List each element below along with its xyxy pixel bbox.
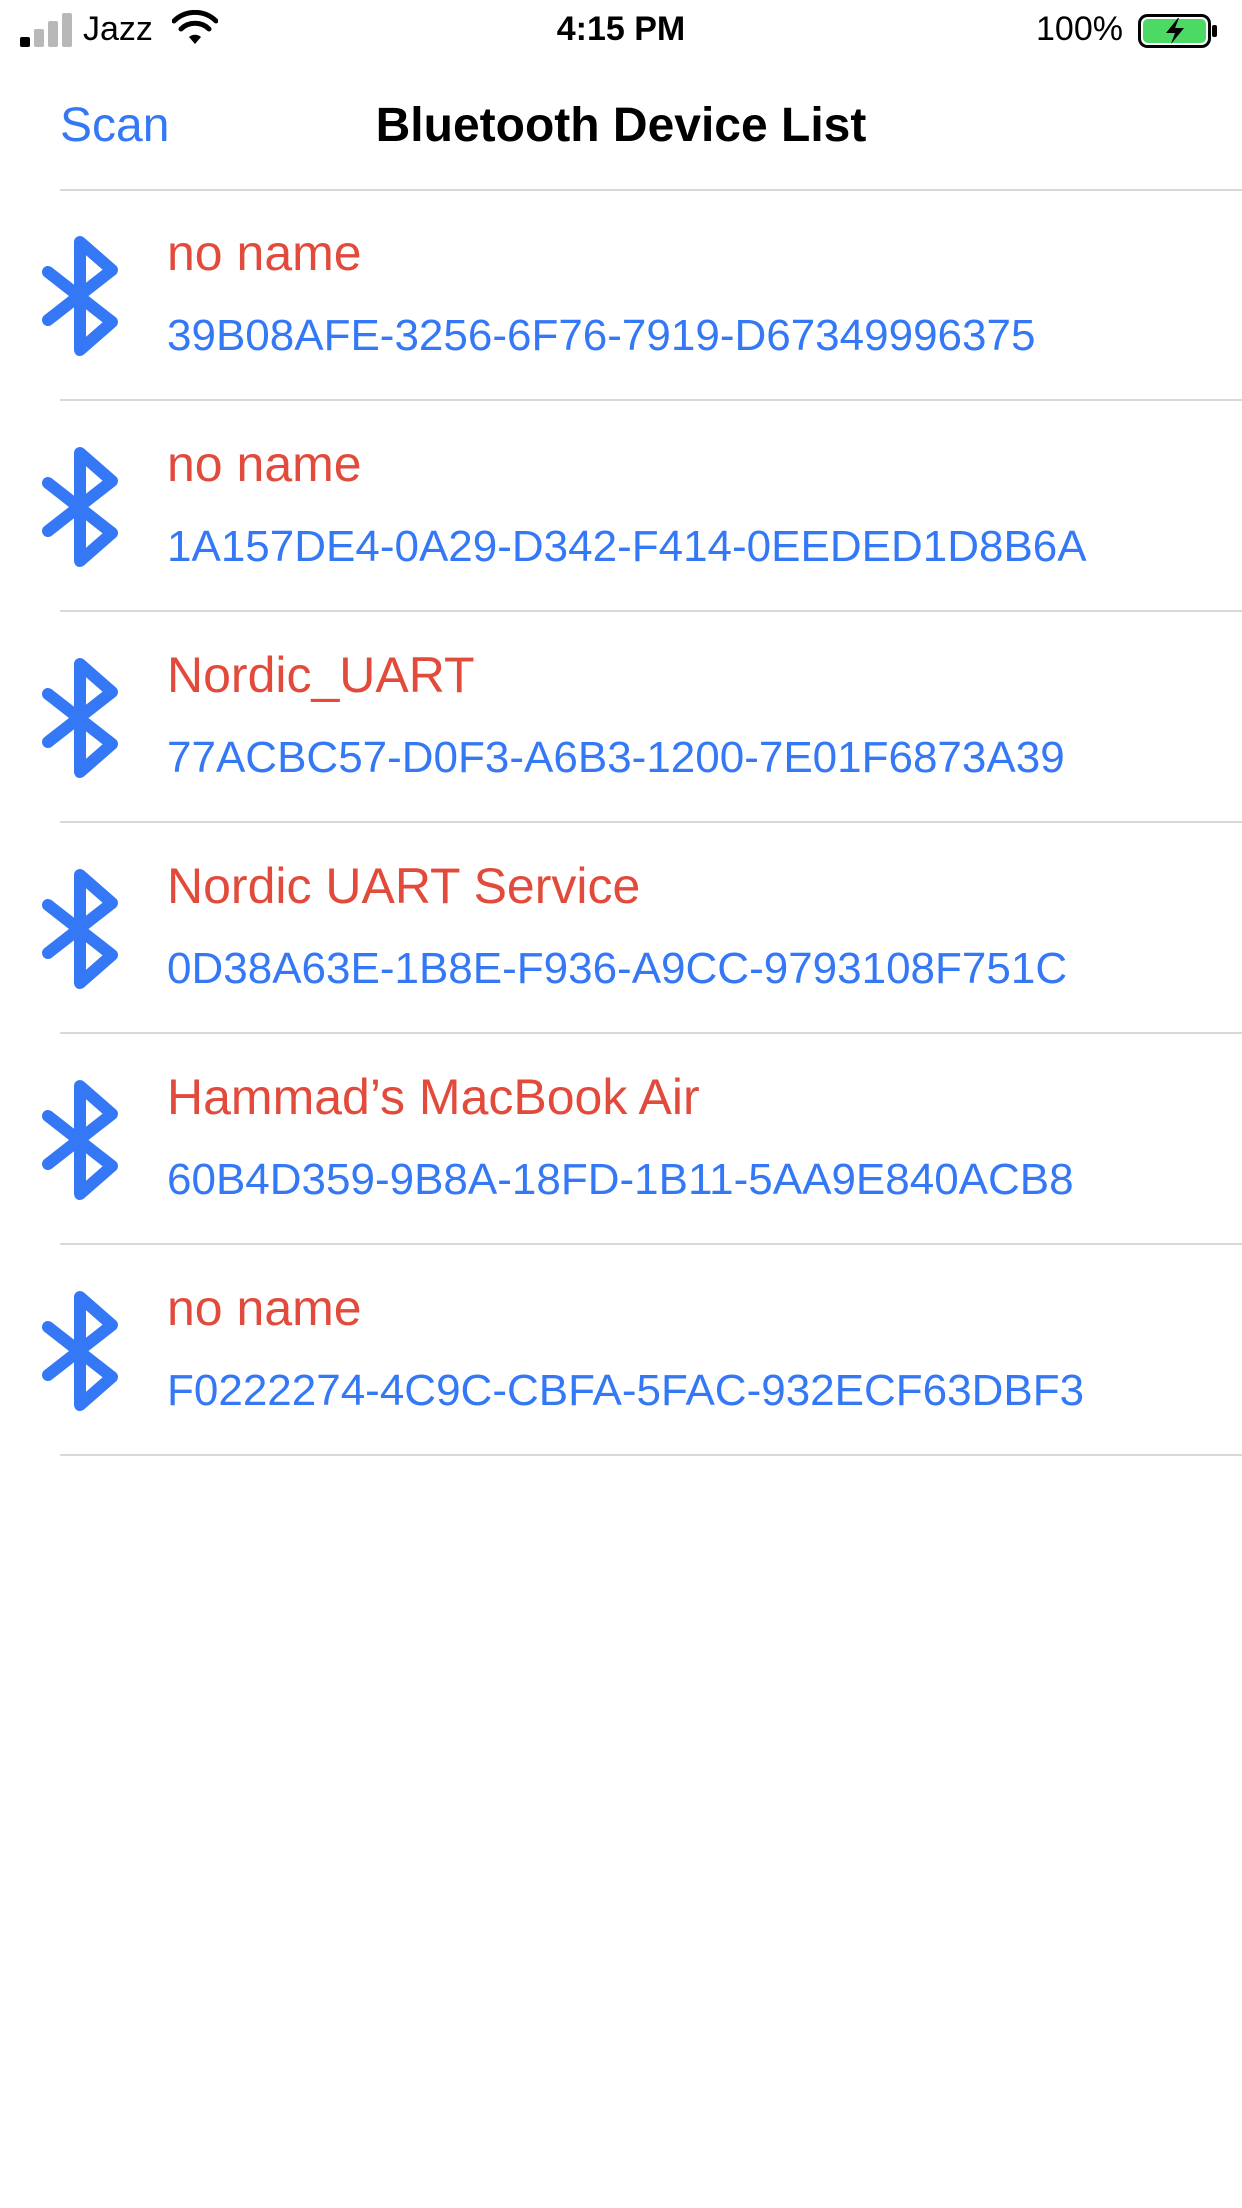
device-uuid: 1A157DE4-0A29-D342-F414-0EEDED1D8B6A (167, 522, 1087, 571)
bluetooth-icon (42, 1291, 118, 1411)
device-row[interactable]: Nordic_UART 77ACBC57-D0F3-A6B3-1200-7E01F… (0, 612, 1242, 823)
device-name: Nordic_UART (167, 647, 475, 703)
bluetooth-icon (42, 447, 118, 567)
status-bar: Jazz 4:15 PM 100% (0, 0, 1242, 60)
device-name: no name (167, 436, 362, 492)
device-row[interactable]: no name 39B08AFE-3256-6F76-7919-D67349996… (0, 190, 1242, 401)
device-row[interactable]: Nordic UART Service 0D38A63E-1B8E-F936-A9… (0, 823, 1242, 1034)
device-uuid: F0222274-4C9C-CBFA-5FAC-932ECF63DBF3 (167, 1366, 1085, 1415)
device-name: Nordic UART Service (167, 858, 641, 914)
device-list: no name 39B08AFE-3256-6F76-7919-D67349996… (0, 190, 1242, 1456)
device-uuid: 0D38A63E-1B8E-F936-A9CC-9793108F751C (167, 944, 1068, 993)
device-uuid: 39B08AFE-3256-6F76-7919-D67349996375 (167, 311, 1036, 360)
device-row[interactable]: Hammad’s MacBook Air 60B4D359-9B8A-18FD-1… (0, 1034, 1242, 1245)
bluetooth-icon (42, 658, 118, 778)
device-row[interactable]: no name F0222274-4C9C-CBFA-5FAC-932ECF63D… (0, 1245, 1242, 1456)
device-uuid: 60B4D359-9B8A-18FD-1B11-5AA9E840ACB8 (167, 1155, 1074, 1204)
bluetooth-icon (42, 236, 118, 356)
device-name: Hammad’s MacBook Air (167, 1069, 700, 1125)
battery-charging-icon (1138, 14, 1217, 48)
battery-percentage: 100% (1036, 10, 1123, 48)
bluetooth-icon (42, 869, 118, 989)
row-divider (60, 1454, 1242, 1456)
device-row[interactable]: no name 1A157DE4-0A29-D342-F414-0EEDED1D8… (0, 401, 1242, 612)
device-name: no name (167, 225, 362, 281)
bluetooth-icon (42, 1080, 118, 1200)
device-uuid: 77ACBC57-D0F3-A6B3-1200-7E01F6873A39 (167, 733, 1065, 782)
page-title: Bluetooth Device List (375, 99, 867, 152)
device-name: no name (167, 1280, 362, 1336)
navigation-bar: Scan Bluetooth Device List (0, 60, 1242, 191)
